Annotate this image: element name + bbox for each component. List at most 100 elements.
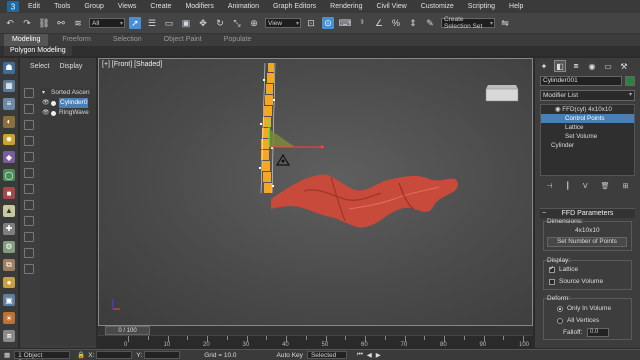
bone-icon[interactable]: ✚ — [3, 222, 15, 235]
filter-helpers-icon[interactable] — [24, 152, 34, 162]
filter-shapes-icon[interactable] — [24, 104, 34, 114]
scale-icon[interactable]: ⤡ — [231, 17, 243, 29]
undo-icon[interactable]: ↶ — [4, 17, 16, 29]
menu-item-views[interactable]: Views — [118, 3, 137, 10]
app-logo-icon[interactable]: 3 — [6, 1, 20, 13]
time-slider[interactable]: 0 / 100 — [98, 326, 533, 335]
rotate-icon[interactable]: ↻ — [214, 17, 226, 29]
shape-icon[interactable]: ◯ — [3, 169, 15, 182]
lattice-checkbox[interactable] — [549, 265, 555, 273]
filter-cameras-icon[interactable] — [24, 136, 34, 146]
menu-item-scripting[interactable]: Scripting — [468, 3, 495, 10]
filter-containers-icon[interactable] — [24, 232, 34, 242]
create-tab-icon[interactable]: ✦ — [538, 60, 550, 72]
auto-key-button[interactable]: Auto Key — [277, 352, 303, 359]
ribbon-tab-populate[interactable]: Populate — [216, 34, 260, 46]
spinner-snap-icon[interactable]: ⇕ — [407, 17, 419, 29]
place-icon[interactable]: ⊕ — [248, 17, 260, 29]
polygon-modeling-panel[interactable]: Polygon Modeling — [4, 46, 72, 56]
modifier-stack-item[interactable]: Set Volume — [541, 132, 634, 141]
all-vertices-radio[interactable] — [557, 318, 563, 324]
object-name-field[interactable]: Cylinder001 — [540, 76, 622, 86]
play-icon[interactable]: ▶ — [376, 351, 381, 359]
light-icon[interactable]: ✹ — [3, 133, 15, 146]
modify-tab-icon[interactable]: ◧ — [554, 60, 566, 72]
window-crossing-icon[interactable]: ▣ — [180, 17, 192, 29]
maxscript-listener-icon[interactable]: ▦ — [4, 351, 10, 359]
filter-bones-icon[interactable] — [24, 216, 34, 226]
select-manipulate-icon[interactable]: ⊙ — [322, 17, 334, 29]
helper-icon[interactable]: ◆ — [3, 151, 15, 164]
move-icon[interactable]: ✥ — [197, 17, 209, 29]
container-icon[interactable]: ▣ — [3, 294, 15, 307]
layers-icon[interactable]: ≡ — [3, 97, 15, 110]
system-icon[interactable]: ⚙ — [3, 240, 15, 253]
scene-item-ringwave[interactable]: 👁 RingWave — [40, 108, 96, 118]
reference-coordinate-dropdown[interactable]: View ▾ — [265, 18, 301, 28]
ribbon-tab-selection[interactable]: Selection — [105, 34, 150, 46]
menu-item-rendering[interactable]: Rendering — [330, 3, 362, 10]
set-number-of-points-button[interactable]: Set Number of Points — [547, 237, 627, 247]
filter-xrefs-icon[interactable] — [24, 200, 34, 210]
scene-icon[interactable]: ▦ — [3, 79, 15, 92]
ribbon-tab-freeform[interactable]: Freeform — [54, 34, 98, 46]
visibility-icon[interactable]: 👁 — [42, 108, 50, 118]
ffd-parameters-rollout[interactable]: − FFD Parameters — [540, 208, 635, 218]
x-coord-field[interactable] — [96, 351, 133, 359]
menu-item-customize[interactable]: Customize — [421, 3, 454, 10]
select-by-name-icon[interactable]: ☰ — [146, 17, 158, 29]
geometry-icon[interactable]: ■ — [3, 187, 15, 199]
menu-item-group[interactable]: Group — [84, 3, 103, 10]
link-icon[interactable]: ⛓ — [38, 17, 50, 29]
snaps-toggle-icon[interactable]: ³ — [356, 17, 368, 29]
filter-frozen-icon[interactable] — [24, 248, 34, 258]
menu-item-edit[interactable]: Edit — [28, 3, 40, 10]
particle-icon[interactable]: ▲ — [3, 205, 15, 217]
filter-geometry-icon[interactable] — [24, 88, 34, 98]
named-selection-set-dropdown[interactable]: Create Selection Set ▾ — [441, 16, 495, 30]
render-icon[interactable]: ☀ — [3, 312, 15, 325]
menu-item-modifiers[interactable]: Modifiers — [185, 3, 213, 10]
selection-filter-dropdown[interactable]: All ▾ — [89, 18, 125, 28]
y-coord-field[interactable] — [144, 351, 181, 359]
menu-item-graph-editors[interactable]: Graph Editors — [273, 3, 316, 10]
prev-frame-icon[interactable]: ◀ — [367, 351, 372, 359]
modifier-stack-item[interactable]: Cylinder — [541, 141, 634, 150]
xref-icon[interactable]: ⧉ — [3, 258, 15, 271]
redo-icon[interactable]: ↷ — [21, 17, 33, 29]
display-tab-icon[interactable]: ▭ — [602, 60, 614, 72]
angle-snap-icon[interactable]: ∠ — [373, 17, 385, 29]
filter-warps-icon[interactable] — [24, 168, 34, 178]
scene-tab-display[interactable]: Display — [59, 63, 82, 70]
keyboard-shortcut-override-icon[interactable]: ⌨ — [339, 17, 352, 29]
camera-icon[interactable]: ◐ — [3, 115, 15, 128]
hierarchy-icon[interactable]: ⧈ — [3, 330, 15, 342]
select-tool-icon[interactable]: ☗ — [3, 62, 15, 74]
select-object-icon[interactable]: ➚ — [129, 17, 141, 29]
object-color-swatch[interactable] — [625, 76, 635, 86]
menu-item-animation[interactable]: Animation — [228, 3, 259, 10]
source-volume-checkbox[interactable] — [549, 279, 555, 285]
mirror-icon[interactable]: ⇋ — [499, 17, 511, 29]
modifier-list-dropdown[interactable]: Modifier List ▾ — [540, 90, 635, 101]
goto-start-icon[interactable]: ⏮ — [357, 351, 363, 359]
unlink-icon[interactable]: ⚯ — [55, 17, 67, 29]
key-filter-dropdown[interactable]: Selected — [306, 351, 347, 359]
ribbon-tab-object-paint[interactable]: Object Paint — [156, 34, 210, 46]
filter-lights-icon[interactable] — [24, 120, 34, 130]
modifier-stack-item[interactable]: ◉ FFD(cyl) 4x10x10 — [541, 105, 634, 114]
bind-space-warp-icon[interactable]: ≋ — [72, 17, 84, 29]
filter-groups-icon[interactable] — [24, 184, 34, 194]
modifier-stack-item[interactable]: Control Points — [541, 114, 634, 123]
time-slider-thumb[interactable]: 0 / 100 — [105, 326, 150, 335]
percent-snap-icon[interactable]: % — [390, 17, 402, 29]
hierarchy-tab-icon[interactable]: ⧈ — [570, 60, 582, 72]
only-in-volume-radio[interactable] — [557, 306, 563, 312]
filter-hidden-icon[interactable] — [24, 264, 34, 274]
menu-item-help[interactable]: Help — [509, 3, 523, 10]
show-end-result-icon[interactable]: ┃ — [566, 182, 570, 190]
menu-item-civil-view[interactable]: Civil View — [376, 3, 406, 10]
scene-item-cylinder[interactable]: 👁 Cylinder0 — [40, 98, 96, 108]
visibility-icon[interactable]: 👁 — [42, 98, 50, 108]
scene-canvas[interactable] — [99, 59, 533, 326]
